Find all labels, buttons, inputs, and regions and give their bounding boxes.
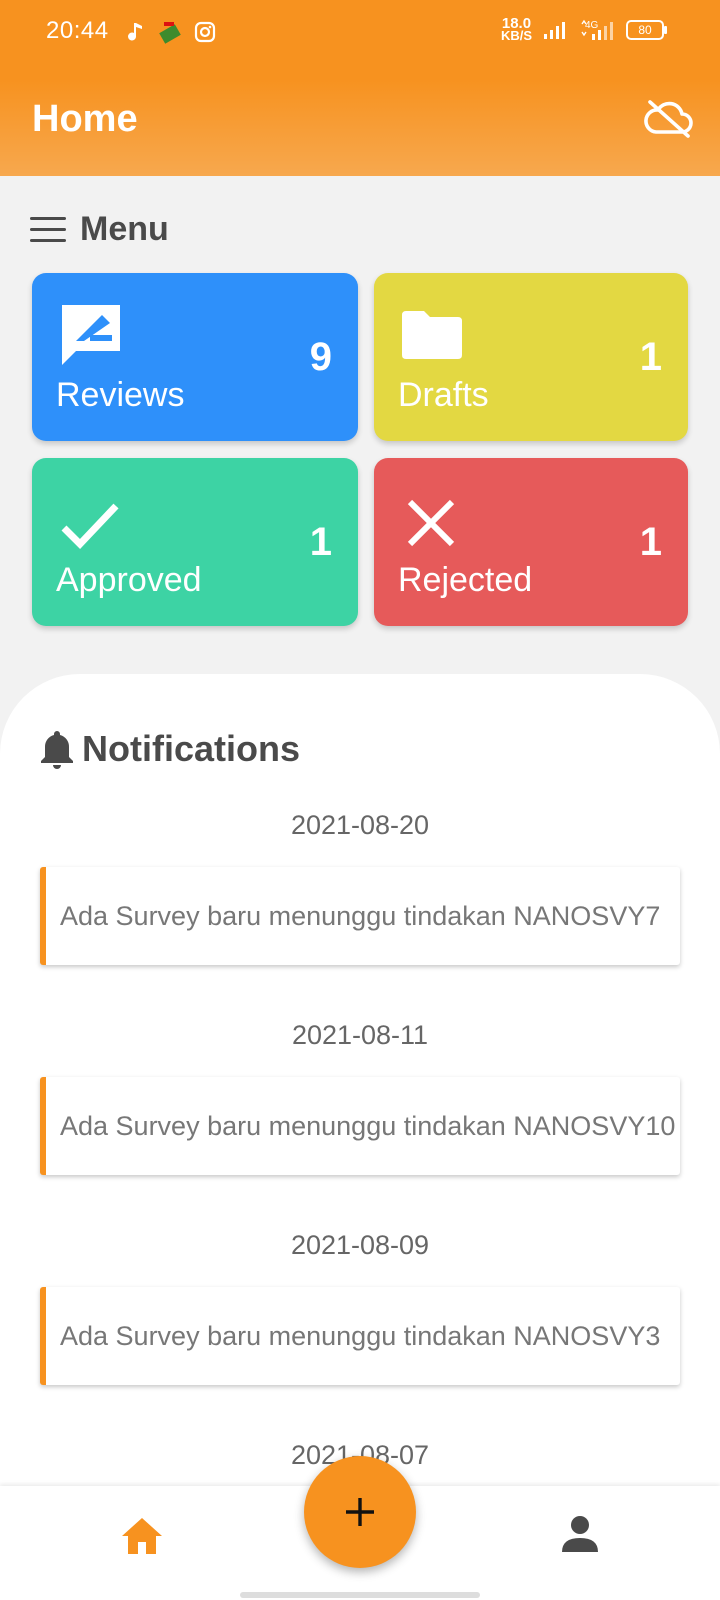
net-speed-unit: KB/S [500, 28, 532, 43]
notification-date: 2021-08-11 [291, 1020, 429, 1050]
cloud-off-button[interactable] [642, 98, 694, 138]
reviews-count: 9 [309, 335, 332, 379]
person-icon [562, 1516, 598, 1552]
menu-header: Menu [30, 210, 169, 249]
status-notification-icons [128, 20, 216, 44]
drafts-tile[interactable]: 1 Drafts [374, 273, 688, 441]
add-button[interactable] [304, 1456, 416, 1568]
check-icon [61, 503, 119, 550]
rate-review-icon [62, 305, 120, 365]
plus-icon [346, 1498, 374, 1526]
notifications-header: Notifications [38, 728, 300, 770]
notification-item[interactable]: Ada Survey baru menunggu tindakan NANOSV… [40, 867, 680, 965]
home-icon [122, 1518, 162, 1554]
folder-icon [402, 311, 462, 359]
rejected-label: Rejected [398, 561, 533, 599]
home-indicator [240, 1592, 480, 1598]
status-bar: 20:44 18.0 KB/S 4G 80 [0, 0, 720, 64]
drafts-label: Drafts [398, 376, 489, 414]
notification-date: 2021-08-20 [290, 810, 430, 840]
net-speed: 18.0 KB/S [500, 16, 532, 43]
music-note-icon [128, 23, 142, 41]
menu-icon[interactable] [30, 216, 66, 243]
drafts-count: 1 [639, 335, 662, 379]
status-time: 20:44 [46, 17, 109, 44]
signal-icon [544, 22, 565, 39]
notification-item[interactable]: Ada Survey baru menunggu tindakan NANOSV… [40, 1287, 680, 1385]
approved-tile[interactable]: 1 Approved [32, 458, 358, 626]
approved-count: 1 [309, 520, 332, 564]
app-icon [159, 22, 181, 44]
rejected-tile[interactable]: 1 Rejected [374, 458, 688, 626]
nav-home-button[interactable] [118, 1512, 166, 1560]
cloud-off-icon [644, 100, 693, 138]
rejected-count: 1 [639, 520, 662, 564]
reviews-tile[interactable]: 9 Reviews [32, 273, 358, 441]
reviews-label: Reviews [56, 376, 185, 414]
instagram-icon [194, 21, 216, 43]
battery-icon: 80 [626, 20, 667, 40]
menu-title: Menu [80, 210, 169, 248]
close-icon [407, 499, 455, 547]
notifications-title: Notifications [82, 728, 301, 769]
status-system-icons: 18.0 KB/S 4G 80 [500, 16, 667, 43]
approved-label: Approved [56, 561, 202, 599]
svg-text:4G: 4G [585, 20, 599, 31]
bell-icon [41, 731, 73, 769]
4g-signal-icon: 4G [581, 19, 613, 40]
nav-profile-button[interactable] [556, 1510, 604, 1558]
notification-item[interactable]: Ada Survey baru menunggu tindakan NANOSV… [40, 1077, 680, 1175]
page-title: Home [32, 98, 138, 140]
app-header: 20:44 18.0 KB/S 4G 80 Home [0, 0, 720, 176]
notification-date: 2021-08-09 [290, 1230, 430, 1260]
